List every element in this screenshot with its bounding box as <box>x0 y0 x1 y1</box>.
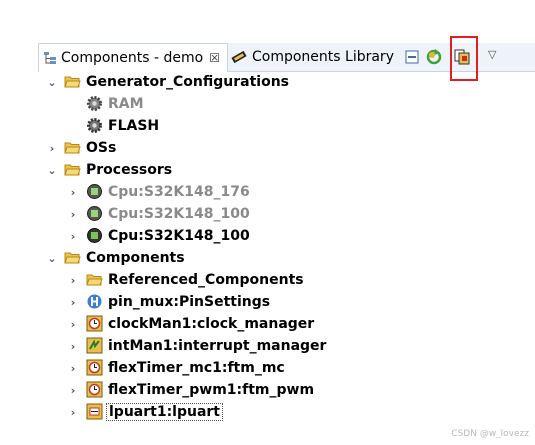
tree-label: flexTimer_pwm1:ftm_pwm <box>108 382 315 398</box>
tree-label: Referenced_Components <box>108 272 304 288</box>
folder-open-icon <box>64 252 81 264</box>
tree-label: Components <box>86 250 185 266</box>
folder-open-icon <box>64 142 81 154</box>
refresh-icon[interactable] <box>426 49 442 65</box>
tab-components-library[interactable]: Components Library <box>228 43 394 71</box>
highlight-box <box>450 36 478 81</box>
folder-open-icon <box>64 164 81 176</box>
tree-label: pin_mux:PinSettings <box>108 294 271 310</box>
cpu-icon <box>87 206 102 221</box>
cpu-icon <box>87 228 102 243</box>
tree-label: OSs <box>86 140 117 156</box>
folder-open-icon <box>86 274 103 286</box>
folder-open-icon <box>64 76 81 88</box>
cpu-icon <box>87 184 102 199</box>
chevron-right-icon[interactable]: › <box>68 340 78 353</box>
components-library-icon <box>231 50 247 64</box>
tree-label: Cpu:S32K148_100 <box>108 206 250 222</box>
chevron-right-icon[interactable]: › <box>68 186 78 199</box>
chevron-right-icon[interactable]: › <box>68 208 78 221</box>
uart-component-icon <box>86 403 103 420</box>
tree-label: intMan1:interrupt_manager <box>108 338 327 354</box>
chevron-down-icon[interactable]: ⌄ <box>47 76 57 89</box>
tab-components-demo-label: Components - demo <box>61 50 204 66</box>
chevron-right-icon[interactable]: › <box>68 296 78 309</box>
tree-label: flexTimer_mc1:ftm_mc <box>108 360 285 376</box>
tree-label: Cpu:S32K148_100 <box>108 228 250 244</box>
tree-label: Cpu:S32K148_176 <box>108 184 250 200</box>
tree-label: FLASH <box>108 118 160 134</box>
pin-settings-icon <box>87 294 102 309</box>
tab-components-library-label: Components Library <box>252 49 394 65</box>
tree-label: RAM <box>108 96 144 112</box>
clock-component-icon <box>86 315 103 332</box>
chevron-right-icon[interactable]: › <box>68 274 78 287</box>
tree-label: clockMan1:clock_manager <box>108 316 315 332</box>
watermark: CSDN @w_lovezz <box>451 429 529 439</box>
components-tree-icon <box>44 52 56 64</box>
tree-label: Generator_Configurations <box>86 74 289 90</box>
chevron-right-icon[interactable]: › <box>68 384 78 397</box>
timer-component-icon <box>86 381 103 398</box>
view-menu-chevron-icon[interactable]: ▽ <box>488 48 496 61</box>
timer-component-icon <box>86 359 103 376</box>
chevron-down-icon[interactable]: ⌄ <box>47 252 57 265</box>
gear-icon <box>87 96 102 111</box>
close-tab-icon[interactable]: ☒ <box>209 51 220 65</box>
chevron-down-icon[interactable]: ⌄ <box>47 164 57 177</box>
tree-label: Processors <box>86 162 173 178</box>
gear-icon <box>87 118 102 133</box>
collapse-all-icon[interactable] <box>404 49 420 65</box>
tree-label: lpuart1:lpuart <box>106 403 224 421</box>
chevron-right-icon[interactable]: › <box>68 362 78 375</box>
chevron-right-icon[interactable]: › <box>68 406 78 419</box>
interrupt-component-icon <box>86 337 103 354</box>
chevron-right-icon[interactable]: › <box>47 142 57 155</box>
tab-components-demo[interactable]: Components - demo ☒ <box>38 43 228 72</box>
chevron-right-icon[interactable]: › <box>68 318 78 331</box>
chevron-right-icon[interactable]: › <box>68 230 78 243</box>
